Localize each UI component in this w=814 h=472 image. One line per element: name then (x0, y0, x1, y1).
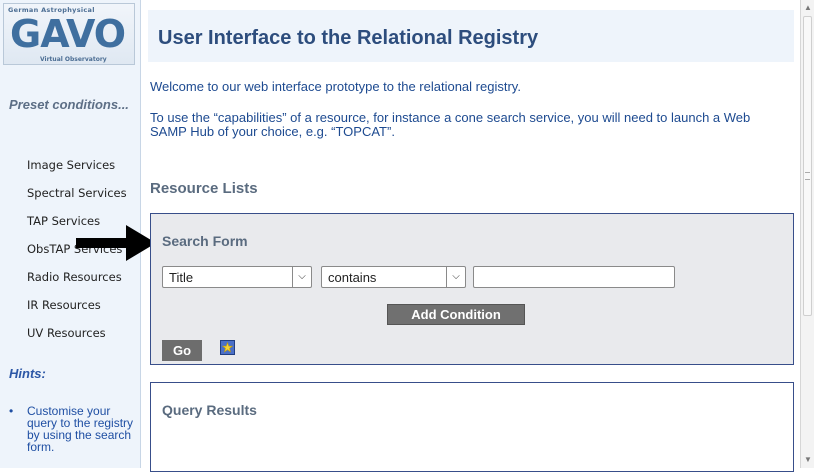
page-title: User Interface to the Relational Registr… (158, 27, 539, 49)
scroll-down-icon[interactable]: ▼ (802, 454, 814, 466)
hint-text: Customise your query to the registry by … (27, 404, 134, 454)
samp-paragraph: To use the “capabilities” of a resource,… (150, 110, 751, 139)
search-form: Search Form Title ⌵ contains ⌵ Add Condi… (150, 213, 794, 365)
sidebar-item-radio-resources[interactable]: Radio Resources (27, 270, 122, 284)
field-select-value: Title (169, 270, 194, 285)
grip-icon (805, 172, 810, 180)
add-condition-button[interactable]: Add Condition (387, 304, 525, 325)
hints-heading: Hints: (9, 366, 46, 381)
sidebar-item-uv-resources[interactable]: UV Resources (27, 326, 106, 340)
operator-select-value: contains (328, 270, 377, 285)
sidebar-item-image-services[interactable]: Image Services (27, 158, 115, 172)
preset-conditions-heading: Preset conditions... (9, 97, 129, 112)
bullet-icon: • (9, 404, 14, 418)
scrollbar-thumb[interactable] (803, 16, 812, 316)
field-select[interactable]: Title ⌵ (162, 266, 312, 288)
page-header: User Interface to the Relational Registr… (148, 10, 794, 62)
logo-bottom-text: Virtual Observatory (40, 56, 107, 63)
vertical-scrollbar[interactable]: ▲ ▼ (800, 0, 814, 468)
sidebar-item-spectral-services[interactable]: Spectral Services (27, 186, 127, 200)
operator-select[interactable]: contains ⌵ (321, 266, 466, 288)
go-button[interactable]: Go (162, 340, 202, 361)
search-value-input[interactable] (473, 266, 675, 288)
query-results-panel: Query Results (150, 382, 794, 472)
gavo-logo[interactable]: German Astrophysical GAVO Virtual Observ… (3, 3, 135, 65)
chevron-down-icon: ⌵ (446, 267, 465, 287)
chevron-down-icon: ⌵ (292, 267, 311, 287)
search-form-title: Search Form (162, 233, 248, 249)
logo-main-text: GAVO (10, 12, 126, 56)
scroll-up-icon[interactable]: ▲ (802, 2, 814, 14)
pointing-arrow-icon (76, 225, 156, 261)
sidebar-item-ir-resources[interactable]: IR Resources (27, 298, 101, 312)
intro-paragraph: Welcome to our web interface prototype t… (150, 79, 521, 94)
resource-lists-heading: Resource Lists (150, 180, 258, 197)
query-results-title: Query Results (162, 402, 257, 418)
star-icon[interactable] (220, 340, 235, 355)
